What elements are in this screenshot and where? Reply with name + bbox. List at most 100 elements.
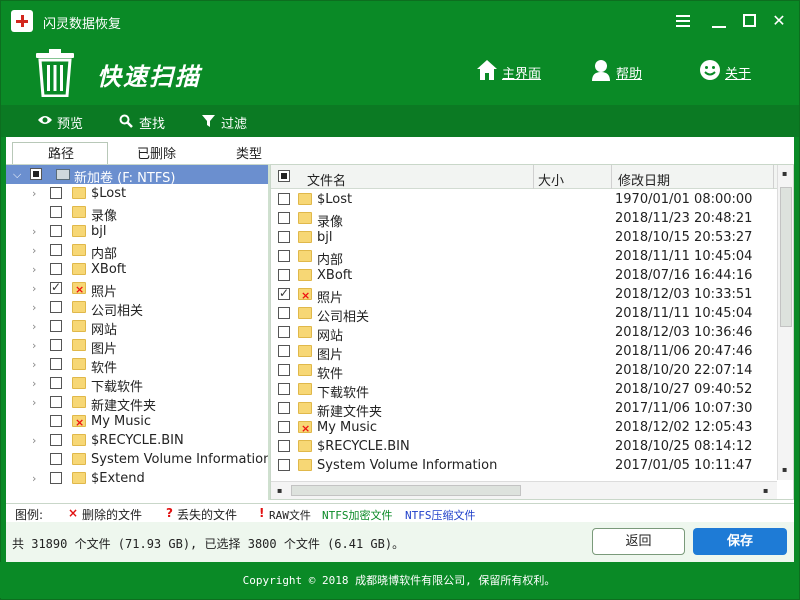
col-date-header[interactable]: 修改日期 <box>618 170 670 189</box>
tree-item-checkbox[interactable] <box>50 434 62 446</box>
chevron-right-icon[interactable]: › <box>32 472 36 485</box>
tree-item[interactable]: › 内部 <box>6 241 268 262</box>
tree-item[interactable]: › bjl <box>6 222 268 241</box>
chevron-right-icon[interactable]: › <box>32 339 36 352</box>
table-row[interactable]: $RECYCLE.BIN 2018/10/25 08:14:12 <box>271 437 776 456</box>
table-row[interactable]: 网站 2018/12/03 10:36:46 <box>271 323 776 344</box>
row-checkbox[interactable] <box>278 326 290 338</box>
horizontal-scroll-thumb[interactable] <box>291 485 521 496</box>
row-checkbox[interactable] <box>278 345 290 357</box>
tree-item[interactable]: › 新建文件夹 <box>6 393 268 414</box>
tree-item[interactable]: ›×照片 <box>6 279 268 300</box>
close-icon[interactable]: ✕ <box>769 11 789 31</box>
scroll-up-icon[interactable]: ▪ <box>782 169 787 178</box>
tree-item-checkbox[interactable] <box>50 187 62 199</box>
row-checkbox[interactable] <box>278 250 290 262</box>
row-checkbox[interactable] <box>278 307 290 319</box>
row-checkbox[interactable] <box>278 231 290 243</box>
col-size-header[interactable]: 大小 <box>538 170 564 189</box>
scroll-down-icon[interactable]: ▪ <box>782 465 787 474</box>
tree-item[interactable]: › 网站 <box>6 317 268 338</box>
tree-item-checkbox[interactable] <box>50 263 62 275</box>
table-row[interactable]: bjl 2018/10/15 20:53:27 <box>271 228 776 247</box>
tree-item[interactable]: › 图片 <box>6 336 268 357</box>
chevron-right-icon[interactable]: › <box>32 377 36 390</box>
find-button[interactable]: 查找 <box>119 113 165 132</box>
root-checkbox[interactable] <box>30 168 42 180</box>
table-row[interactable]: 录像 2018/11/23 20:48:21 <box>271 209 776 230</box>
row-checkbox[interactable] <box>278 402 290 414</box>
table-row[interactable]: ×照片2018/12/03 10:33:51 <box>271 285 776 306</box>
about-icon[interactable] <box>699 59 721 81</box>
row-checkbox[interactable] <box>278 440 290 452</box>
scroll-left-icon[interactable]: ▪ <box>277 486 282 495</box>
chevron-right-icon[interactable]: › <box>32 244 36 257</box>
tree-item-checkbox[interactable] <box>50 206 62 218</box>
col-separator[interactable] <box>533 165 534 189</box>
chevron-right-icon[interactable]: › <box>32 301 36 314</box>
tree-item-checkbox[interactable] <box>50 358 62 370</box>
home-icon[interactable] <box>476 59 498 81</box>
row-checkbox[interactable] <box>278 383 290 395</box>
table-row[interactable]: 新建文件夹 2017/11/06 10:07:30 <box>271 399 776 420</box>
table-row[interactable]: 下载软件 2018/10/27 09:40:52 <box>271 380 776 401</box>
folder-tree[interactable]: ⌵ 新加卷 (F: NTFS) ›$Lost录像›bjl›内部›XBoft›×照… <box>6 164 268 500</box>
table-row[interactable]: 软件 2018/10/20 22:07:14 <box>271 361 776 382</box>
tree-item[interactable]: › 下载软件 <box>6 374 268 395</box>
chevron-right-icon[interactable]: › <box>32 263 36 276</box>
tab-path[interactable]: 路径 <box>48 143 74 162</box>
col-separator[interactable] <box>773 165 774 189</box>
scroll-right-icon[interactable]: ▪ <box>763 486 768 495</box>
row-checkbox[interactable] <box>278 421 290 433</box>
title-bar[interactable]: 闪灵数据恢复 ✕ <box>1 1 799 41</box>
tree-item[interactable]: › $RECYCLE.BIN <box>6 431 268 450</box>
tree-item[interactable]: System Volume Information <box>6 450 268 469</box>
maximize-icon[interactable] <box>740 11 760 31</box>
tree-item-checkbox[interactable] <box>50 377 62 389</box>
tree-item-checkbox[interactable] <box>50 244 62 256</box>
tree-item-checkbox[interactable] <box>50 301 62 313</box>
chevron-right-icon[interactable]: › <box>32 434 36 447</box>
vertical-scrollbar[interactable]: ▪ ▪ <box>777 165 793 480</box>
minimize-icon[interactable] <box>709 11 729 31</box>
horizontal-scrollbar[interactable]: ▪ ▪ <box>271 481 777 499</box>
help-link[interactable]: 帮助 <box>616 63 642 82</box>
tab-deleted[interactable]: 已删除 <box>137 143 176 162</box>
table-row[interactable]: $Lost 1970/01/01 08:00:00 <box>271 190 776 209</box>
row-checkbox[interactable] <box>278 193 290 205</box>
row-checkbox[interactable] <box>278 459 290 471</box>
tree-item-checkbox[interactable] <box>50 320 62 332</box>
help-icon[interactable] <box>590 59 612 81</box>
tree-item-checkbox[interactable] <box>50 472 62 484</box>
tree-item[interactable]: 录像 <box>6 203 268 224</box>
tree-item[interactable]: › $Lost <box>6 184 268 203</box>
menu-icon[interactable] <box>673 11 693 31</box>
tree-item-checkbox[interactable] <box>50 339 62 351</box>
tree-item[interactable]: › 公司相关 <box>6 298 268 319</box>
filter-button[interactable]: 过滤 <box>202 113 247 132</box>
table-row[interactable]: 图片 2018/11/06 20:47:46 <box>271 342 776 363</box>
table-row[interactable]: System Volume Information 2017/01/05 10:1… <box>271 456 776 475</box>
tree-item-checkbox[interactable] <box>50 225 62 237</box>
chevron-right-icon[interactable]: › <box>32 320 36 333</box>
chevron-right-icon[interactable]: › <box>32 396 36 409</box>
chevron-right-icon[interactable]: › <box>32 225 36 238</box>
chevron-down-icon[interactable]: ⌵ <box>13 168 21 182</box>
about-link[interactable]: 关于 <box>725 63 751 82</box>
col-separator[interactable] <box>611 165 612 189</box>
table-row[interactable]: 内部 2018/11/11 10:45:04 <box>271 247 776 268</box>
back-button[interactable]: 返回 <box>592 528 685 555</box>
row-checkbox[interactable] <box>278 364 290 376</box>
chevron-right-icon[interactable]: › <box>32 282 36 295</box>
chevron-right-icon[interactable]: › <box>32 358 36 371</box>
tree-item[interactable]: › $Extend <box>6 469 268 488</box>
tree-item[interactable]: › XBoft <box>6 260 268 279</box>
tree-root[interactable]: ⌵ 新加卷 (F: NTFS) <box>6 165 268 186</box>
tab-type[interactable]: 类型 <box>236 143 262 162</box>
col-name-header[interactable]: 文件名 <box>307 170 346 189</box>
row-checkbox[interactable] <box>278 212 290 224</box>
tree-item-checkbox[interactable] <box>50 415 62 427</box>
table-row[interactable]: 公司相关 2018/11/11 10:45:04 <box>271 304 776 325</box>
chevron-right-icon[interactable]: › <box>32 187 36 200</box>
file-list[interactable]: 文件名 大小 修改日期 $Lost 1970/01/01 08:00:00 录像 20… <box>270 164 794 500</box>
